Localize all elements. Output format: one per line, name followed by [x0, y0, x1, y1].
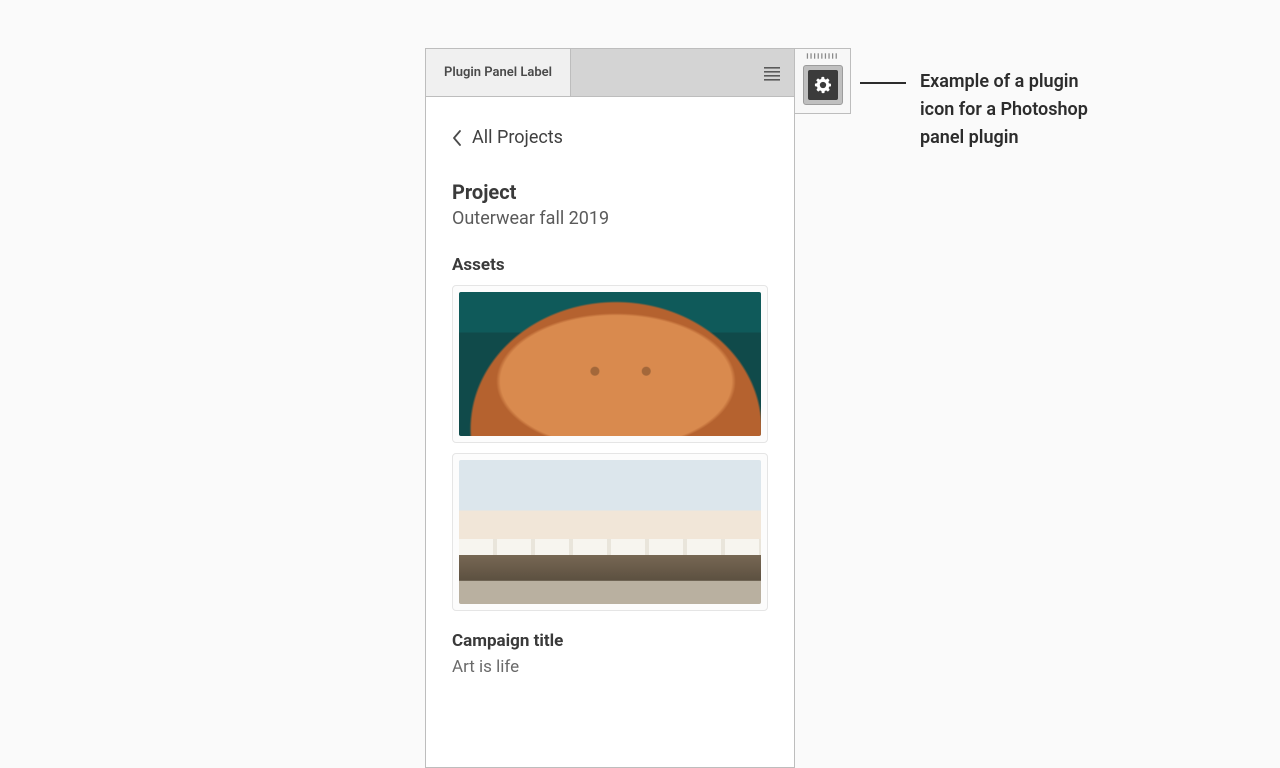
menu-icon [764, 65, 780, 81]
panel-menu-button[interactable] [750, 49, 794, 96]
back-link-label: All Projects [472, 127, 563, 148]
panel-body: All Projects Project Outerwear fall 2019… [426, 97, 794, 767]
project-name: Outerwear fall 2019 [452, 208, 768, 229]
callout-line [860, 82, 906, 84]
asset-image-town [459, 460, 761, 604]
asset-image-cat [459, 292, 761, 436]
panel-tab[interactable]: Plugin Panel Label [426, 49, 571, 96]
panel-tab-label: Plugin Panel Label [444, 65, 552, 80]
gear-icon [813, 75, 833, 95]
dock-gripper[interactable] [795, 49, 850, 62]
plugin-icon-button[interactable] [803, 65, 843, 105]
callout: Example of a plugin icon for a Photoshop… [860, 68, 1090, 152]
project-heading: Project [452, 180, 768, 204]
campaign-heading: Campaign title [452, 631, 768, 651]
asset-card[interactable] [452, 453, 768, 611]
campaign-value: Art is life [452, 657, 768, 677]
gripper-icon [805, 52, 841, 60]
assets-heading: Assets [452, 255, 768, 275]
plugin-panel: Plugin Panel Label All Projects Project [425, 48, 795, 768]
panel-dock [795, 48, 851, 114]
panel-header: Plugin Panel Label [426, 49, 794, 97]
back-link[interactable]: All Projects [452, 127, 768, 148]
callout-text: Example of a plugin icon for a Photoshop… [920, 68, 1090, 152]
asset-card[interactable] [452, 285, 768, 443]
chevron-left-icon [452, 130, 462, 146]
